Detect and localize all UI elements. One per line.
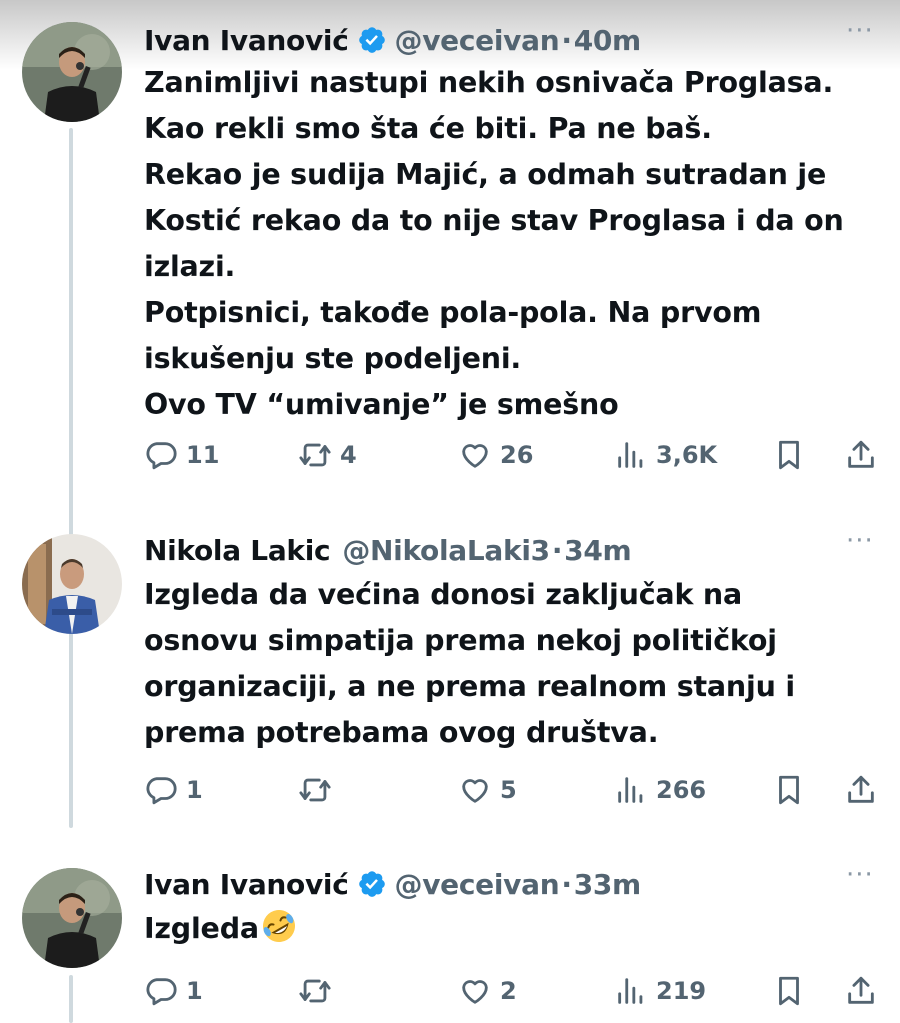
more-options-icon[interactable]: ···	[846, 528, 878, 554]
avatar-image	[22, 868, 122, 968]
like-count: 2	[500, 977, 517, 1005]
verified-badge-icon	[358, 27, 385, 53]
repost-icon	[299, 778, 331, 802]
share-button[interactable]	[844, 971, 878, 1011]
view-count: 3,6K	[656, 441, 718, 469]
reply-button[interactable]: 11	[144, 435, 219, 475]
views-button[interactable]: 3,6K	[614, 435, 717, 475]
verified-badge-icon	[358, 871, 385, 897]
timestamp[interactable]: 40m	[574, 24, 642, 57]
avatar[interactable]	[22, 22, 122, 122]
author-name[interactable]: Nikola Lakic	[144, 534, 331, 567]
author-handle[interactable]: @NikolaLaki3	[342, 534, 550, 567]
tweet-actions: 1 2 219	[144, 971, 884, 1011]
tweet-actions: 1 5 266	[144, 770, 884, 810]
bookmark-icon	[779, 775, 799, 805]
reply-button[interactable]: 1	[144, 971, 203, 1011]
like-count: 26	[500, 441, 534, 469]
repost-button[interactable]	[298, 770, 340, 810]
like-count: 5	[500, 776, 517, 804]
tweet-text-line: Ovo TV “umivanje” je smešno	[144, 388, 619, 421]
avatar[interactable]	[22, 868, 122, 968]
tweet-text-line: iskušenju ste podeljeni.	[144, 342, 522, 375]
reply-icon	[146, 442, 177, 470]
tweet-text: Zanimljivi nastupi nekih osnivača Progla…	[144, 60, 884, 428]
views-icon	[618, 442, 643, 468]
like-button[interactable]: 26	[458, 435, 533, 475]
reply-icon	[146, 978, 177, 1006]
tweet[interactable]: Ivan Ivanović @veceivan · 40m ··· Zaniml…	[0, 18, 900, 490]
avatar-image	[22, 534, 122, 634]
tweet-text-line: Rekao je sudija Majić, a odmah sutradan …	[144, 158, 827, 191]
share-button[interactable]	[844, 435, 878, 475]
reply-count: 11	[186, 441, 220, 469]
heart-icon	[462, 980, 488, 1004]
like-button[interactable]: 5	[458, 770, 517, 810]
tweet-text-line: Zanimljivi nastupi nekih osnivača Progla…	[144, 66, 834, 99]
view-count: 219	[656, 977, 707, 1005]
reply-button[interactable]: 1	[144, 770, 203, 810]
author-name[interactable]: Ivan Ivanović	[144, 868, 349, 901]
share-icon	[848, 440, 874, 468]
tweet-text: Izgleda	[144, 906, 884, 952]
tweet-text-line: osnovu simpatija prema nekoj političkoj	[144, 624, 777, 657]
avatar-image	[22, 22, 122, 122]
rolling-on-floor-laughing-emoji	[262, 910, 295, 942]
reply-icon	[146, 777, 177, 805]
tweet-text: Izgleda da većina donosi zaključak na os…	[144, 572, 884, 756]
bookmark-button[interactable]	[772, 770, 806, 810]
repost-button[interactable]	[298, 971, 340, 1011]
views-button[interactable]: 219	[614, 971, 706, 1011]
like-button[interactable]: 2	[458, 971, 517, 1011]
tweet-actions: 11 4 26 3,6K	[144, 435, 884, 475]
repost-icon	[299, 979, 331, 1003]
tweet-text-line: Izgleda da većina donosi zaključak na	[144, 578, 743, 611]
tweet-text-line: Potpisnici, takođe pola-pola. Na prvom	[144, 296, 762, 329]
tweet[interactable]: Nikola Lakic @NikolaLaki3 · 34m ··· Izgl…	[0, 528, 900, 820]
share-icon	[848, 775, 874, 803]
repost-count: 4	[340, 441, 357, 469]
bookmark-icon	[779, 976, 799, 1006]
separator-dot: ·	[561, 867, 572, 901]
repost-icon	[299, 443, 331, 467]
tweet-text-word: Izgleda	[144, 912, 259, 945]
reply-count: 1	[186, 977, 203, 1005]
bookmark-button[interactable]	[772, 971, 806, 1011]
repost-button[interactable]: 4	[298, 435, 357, 475]
views-button[interactable]: 266	[614, 770, 706, 810]
separator-dot: ·	[561, 23, 572, 57]
timestamp[interactable]: 33m	[574, 868, 642, 901]
tweet-text-line: izlazi.	[144, 250, 236, 283]
bookmark-icon	[779, 440, 799, 470]
share-button[interactable]	[844, 770, 878, 810]
bookmark-button[interactable]	[772, 435, 806, 475]
tweet-text-line: Izgleda	[144, 906, 884, 952]
timestamp[interactable]: 34m	[564, 534, 632, 567]
avatar[interactable]	[22, 534, 122, 634]
author-handle[interactable]: @veceivan	[395, 868, 560, 901]
heart-icon	[462, 444, 488, 468]
tweet-text-line: Kao rekli smo šta će biti. Pa ne baš.	[144, 112, 712, 145]
author-handle[interactable]: @veceivan	[395, 24, 560, 57]
reply-count: 1	[186, 776, 203, 804]
views-icon	[618, 777, 643, 803]
tweet[interactable]: Ivan Ivanović @veceivan · 33m ··· Izgled…	[0, 862, 900, 1023]
heart-icon	[462, 779, 488, 803]
separator-dot: ·	[551, 533, 563, 567]
author-name[interactable]: Ivan Ivanović	[144, 24, 349, 57]
tweet-text-line: organizaciji, a ne prema realnom stanju …	[144, 670, 795, 703]
more-options-icon[interactable]: ···	[846, 862, 878, 888]
share-icon	[848, 976, 874, 1004]
tweet-text-line: prema potrebama ovog društva.	[144, 716, 659, 749]
views-icon	[618, 978, 643, 1004]
view-count: 266	[656, 776, 707, 804]
more-options-icon[interactable]: ···	[846, 18, 878, 44]
tweet-text-line: Kostić rekao da to nije stav Proglasa i …	[144, 204, 844, 237]
